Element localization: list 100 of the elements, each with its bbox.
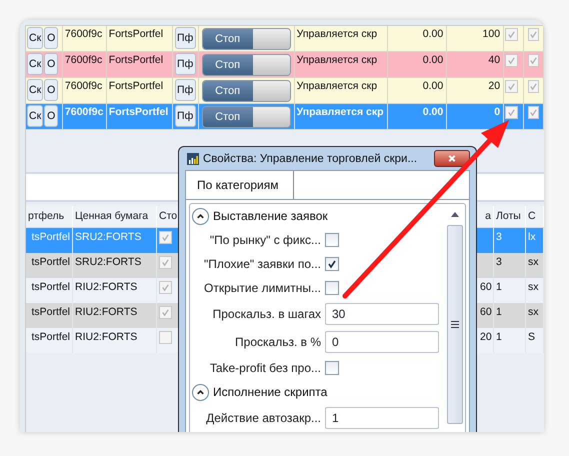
grid-row[interactable]: Ск О 7600f9c FortsPortfel Пф Стоп Управляется скр 0.00 0: [26, 104, 544, 130]
table-cell: FortsPortfel: [108, 106, 168, 118]
toggle-switch[interactable]: Стоп: [202, 28, 291, 50]
column-header[interactable]: Лоты: [494, 206, 526, 227]
checkbox[interactable]: [528, 80, 540, 93]
checkbox[interactable]: [325, 233, 339, 247]
checkbox[interactable]: [505, 28, 518, 41]
grid-row[interactable]: Ск О 7600f9c FortsPortfel Пф Стоп Управляется скр 0.00 100: [26, 26, 544, 52]
check-icon: [529, 56, 538, 65]
grid-button[interactable]: О: [44, 79, 58, 101]
input-field[interactable]: 30: [325, 303, 439, 325]
bar-chart-icon: [187, 152, 199, 164]
checkbox[interactable]: [159, 306, 172, 319]
check-icon: [507, 82, 516, 91]
property-label: Открытие лимитны...: [203, 281, 322, 295]
category-label: Выставление заявок: [213, 209, 328, 223]
checkbox[interactable]: [528, 28, 540, 41]
table-cell: 1: [494, 328, 526, 353]
grid-button[interactable]: Ск: [27, 27, 44, 49]
table-cell: FortsPortfel: [108, 28, 164, 40]
grid-button[interactable]: Ск: [27, 79, 44, 101]
table-cell: 7600f9c: [64, 28, 102, 40]
checkbox[interactable]: [325, 281, 339, 295]
check-icon: [161, 233, 170, 242]
checkbox[interactable]: [325, 361, 339, 375]
check-icon: [529, 30, 538, 39]
check-icon: [507, 30, 516, 39]
checkbox[interactable]: [325, 257, 339, 271]
table-cell: 0.00: [422, 54, 444, 66]
checkbox[interactable]: [159, 331, 172, 344]
portfolio-button[interactable]: Пф: [174, 27, 196, 49]
table-cell: Управляется скр: [296, 54, 378, 66]
checkbox[interactable]: [159, 256, 172, 269]
checkbox[interactable]: [159, 231, 172, 244]
table-cell: 60: [480, 281, 492, 293]
checkbox[interactable]: [505, 106, 518, 119]
category-label: Исполнение скрипта: [213, 385, 328, 399]
column-header[interactable]: ртфель: [26, 206, 73, 227]
table-cell: S: [526, 328, 544, 353]
check-icon: [161, 283, 170, 292]
input-field[interactable]: 1: [325, 407, 439, 429]
table-cell: 0: [494, 106, 500, 118]
checkbox[interactable]: [505, 54, 518, 67]
checkbox[interactable]: [505, 80, 518, 93]
grid-button[interactable]: О: [44, 105, 58, 127]
toggle-switch[interactable]: Стоп: [202, 80, 291, 102]
table-cell: RIU2:FORTS: [73, 328, 157, 353]
close-button[interactable]: [434, 150, 470, 167]
portfolio-button[interactable]: Пф: [174, 105, 196, 127]
table-cell: 0.00: [422, 106, 444, 118]
table-cell: FortsPortfel: [108, 54, 164, 66]
grid-button[interactable]: О: [44, 27, 58, 49]
check-icon: [507, 108, 516, 117]
check-icon: [529, 108, 538, 117]
toggle-switch[interactable]: Стоп: [202, 54, 291, 76]
grid-row[interactable]: Ск О 7600f9c FortsPortfel Пф Стоп Управляется скр 0.00 40: [26, 52, 544, 78]
grid-button[interactable]: Ск: [27, 53, 44, 75]
portfolio-button[interactable]: Пф: [174, 79, 196, 101]
table-cell: 60: [480, 306, 492, 318]
check-icon: [529, 82, 538, 91]
property-label: Take-profit без про...: [208, 361, 322, 375]
grid-row[interactable]: Ск О 7600f9c FortsPortfel Пф Стоп Управляется скр 0.00 20: [26, 78, 544, 104]
checkbox[interactable]: [528, 54, 540, 67]
property-label: "По рынку" с фикс...: [208, 233, 322, 247]
toggle-switch[interactable]: Стоп: [202, 106, 291, 128]
column-header[interactable]: а: [478, 206, 494, 227]
table-cell: 7600f9c: [64, 106, 104, 118]
table-cell: Управляется скр: [296, 80, 378, 92]
table-cell: 100: [482, 28, 500, 40]
property-label: Проскальз. в %: [234, 335, 322, 349]
table-cell: Управляется скр: [296, 106, 384, 118]
grid-button[interactable]: Ск: [27, 105, 44, 127]
table-cell: 7600f9c: [64, 80, 102, 92]
collapse-icon[interactable]: [192, 208, 209, 224]
grid-button[interactable]: О: [44, 53, 58, 75]
scroll-up-icon[interactable]: [451, 212, 459, 217]
property-label: Проскальз. в шагах: [212, 307, 322, 321]
table-cell: 20: [480, 331, 492, 343]
close-icon: [447, 154, 457, 163]
column-header[interactable]: С: [526, 206, 544, 227]
checkbox[interactable]: [528, 106, 540, 119]
checkbox[interactable]: [159, 281, 172, 294]
check-icon: [327, 259, 337, 269]
scrollbar-thumb[interactable]: [447, 225, 463, 424]
input-field[interactable]: 0: [325, 331, 439, 353]
table-cell: 20: [488, 80, 500, 92]
table-cell: FortsPortfel: [108, 80, 164, 92]
collapse-icon[interactable]: [192, 384, 209, 400]
property-label: "Плохие" заявки по...: [202, 257, 322, 271]
table-cell: tsPortfel: [26, 328, 73, 353]
check-icon: [161, 258, 170, 267]
check-icon: [161, 308, 170, 317]
column-header[interactable]: Ценная бумага: [73, 206, 157, 227]
table-cell: 0.00: [422, 80, 444, 92]
table-cell: Управляется скр: [296, 28, 378, 40]
table-cell: 7600f9c: [64, 54, 102, 66]
check-icon: [507, 56, 516, 65]
portfolio-button[interactable]: Пф: [174, 53, 196, 75]
window-title: Свойства: Управление торговлей скри...: [203, 152, 418, 164]
table-cell: 0.00: [422, 28, 444, 40]
